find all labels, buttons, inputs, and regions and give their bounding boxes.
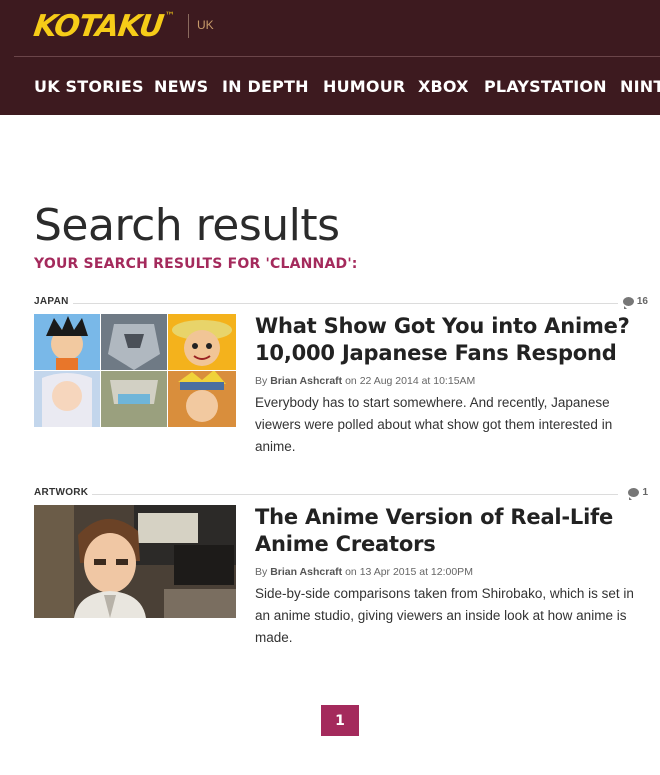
author-link[interactable]: Brian Ashcraft [270, 566, 342, 578]
result-description: Side-by-side comparisons taken from Shir… [255, 586, 634, 645]
nav-item-uk-stories[interactable]: UK STORIES [34, 77, 144, 96]
nav-item-xbox[interactable]: XBOX [418, 77, 469, 96]
result-header: JAPAN 16 [34, 296, 648, 310]
result-divider [34, 303, 618, 304]
nav-item-in-depth[interactable]: IN DEPTH [222, 77, 309, 96]
result-description: Everybody has to start somewhere. And re… [255, 395, 613, 454]
nav-item-playstation[interactable]: PLAYSTATION [484, 77, 607, 96]
result-title-link[interactable]: What Show Got You into Anime? 10,000 Jap… [255, 313, 635, 367]
comment-count[interactable]: 16 [622, 296, 648, 309]
kotaku-logo[interactable]: KOTAKU ™ [31, 8, 175, 44]
logo-divider [188, 14, 189, 38]
publish-date: 13 Apr 2015 at 12:00PM [359, 566, 473, 578]
site-header: KOTAKU ™ UK [0, 0, 660, 57]
byline-on: on [345, 566, 357, 578]
comment-count-value: 16 [636, 296, 648, 307]
nav-item-humour[interactable]: HUMOUR [323, 77, 405, 96]
publish-date: 22 Aug 2014 at 10:15AM [359, 375, 476, 387]
result-byline: By Brian Ashcraft on 22 Aug 2014 at 10:1… [255, 375, 475, 387]
byline-by: By [255, 375, 268, 387]
search-query-label: YOUR SEARCH RESULTS FOR 'CLANNAD': [34, 256, 358, 272]
result-byline: By Brian Ashcraft on 13 Apr 2015 at 12:0… [255, 566, 473, 578]
result-thumbnail[interactable] [34, 314, 236, 427]
comment-bubble-icon [628, 488, 640, 500]
anime-studio-image [34, 505, 236, 618]
result-header: ARTWORK 1 [34, 487, 648, 501]
comment-bubble-icon [622, 297, 634, 309]
edition-label[interactable]: UK [197, 18, 214, 32]
nav-item-news[interactable]: NEWS [154, 77, 208, 96]
result-divider [34, 494, 618, 495]
comment-count[interactable]: 1 [628, 487, 648, 500]
search-result: JAPAN 16 What Show Got You into Anime? 1… [34, 296, 648, 466]
byline-on: on [345, 375, 357, 387]
nav-item-nintendo[interactable]: NINTENDO [620, 77, 660, 96]
main-nav: UK STORIES NEWS IN DEPTH HUMOUR XBOX PLA… [0, 57, 660, 115]
page-title: Search results [34, 200, 340, 251]
result-category[interactable]: JAPAN [34, 296, 73, 307]
byline-by: By [255, 566, 268, 578]
anime-collage-image [34, 314, 236, 427]
result-title-link[interactable]: The Anime Version of Real-Life Anime Cre… [255, 504, 635, 558]
logo-text: KOTAKU [31, 8, 166, 44]
author-link[interactable]: Brian Ashcraft [270, 375, 342, 387]
logo-trademark: ™ [164, 10, 175, 22]
comment-count-value: 1 [642, 487, 648, 498]
search-result: ARTWORK 1 The Anime Version of Real-Life… [34, 487, 648, 657]
pagination-page-1[interactable]: 1 [321, 705, 359, 736]
result-thumbnail[interactable] [34, 505, 236, 618]
result-category[interactable]: ARTWORK [34, 487, 93, 498]
